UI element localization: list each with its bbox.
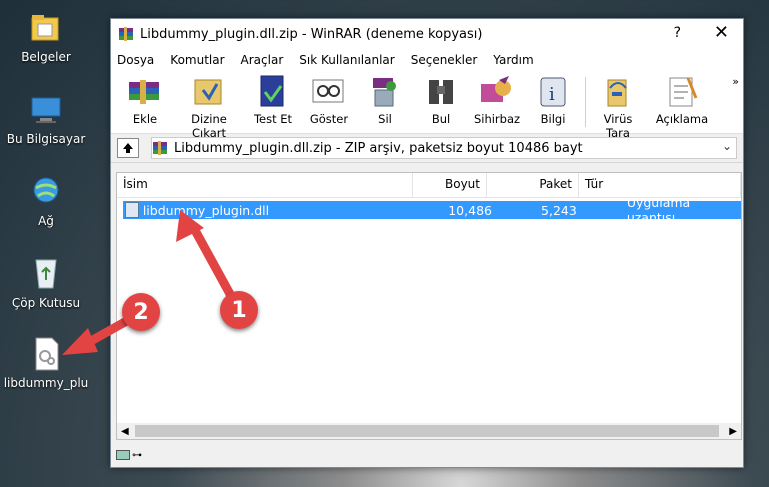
callout-2: 2 — [122, 293, 160, 331]
callout-1: 1 — [220, 291, 258, 329]
annotation-arrows — [62, 210, 241, 355]
